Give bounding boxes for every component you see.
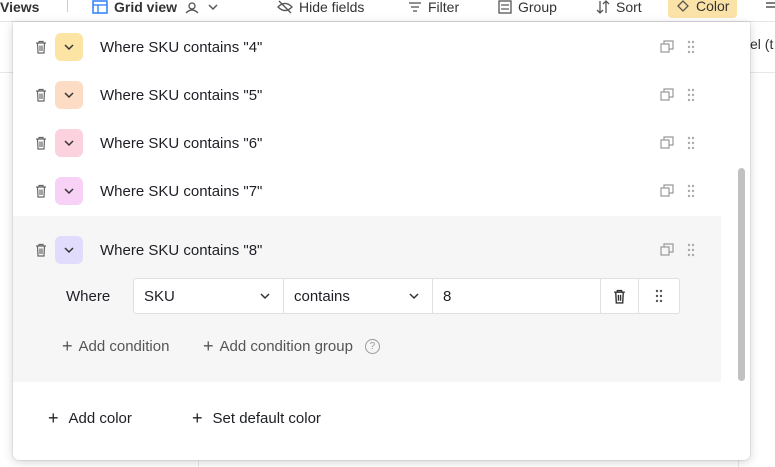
add-condition-group-label: Add condition group: [219, 338, 353, 355]
color-swatch[interactable]: [55, 81, 83, 109]
help-icon[interactable]: ?: [364, 339, 380, 354]
add-condition-label: Add condition: [78, 338, 170, 355]
sort-label: Sort: [616, 0, 642, 15]
color-label: Color: [696, 0, 730, 14]
paint-bucket-icon: [677, 0, 689, 12]
drag-handle-icon[interactable]: [686, 184, 696, 198]
add-color-button[interactable]: + Add color: [48, 408, 132, 428]
filter-button[interactable]: Filter: [408, 0, 459, 20]
chevron-down-icon: [64, 247, 74, 254]
color-swatch[interactable]: [55, 33, 83, 61]
rule-label[interactable]: Where SKU contains "5": [100, 87, 262, 104]
delete-condition-button[interactable]: [601, 279, 639, 313]
set-default-color-button[interactable]: + Set default color: [192, 408, 321, 428]
chevron-down-icon: [64, 188, 74, 195]
trash-icon[interactable]: [34, 184, 48, 198]
color-rule: Where SKU contains "7": [13, 167, 721, 215]
add-condition-row: + Add condition + Add condition group ?: [13, 336, 721, 360]
field-value: SKU: [144, 287, 175, 305]
drag-handle-icon[interactable]: [686, 88, 696, 102]
trash-icon[interactable]: [34, 88, 48, 102]
color-button[interactable]: Color: [668, 0, 738, 18]
hide-fields-button[interactable]: Hide fields: [277, 0, 364, 20]
value-text: 8: [443, 287, 452, 305]
add-condition-group-button[interactable]: + Add condition group ?: [203, 336, 380, 356]
chevron-down-icon: [409, 293, 419, 300]
set-default-color-label: Set default color: [212, 410, 321, 427]
field-select[interactable]: SKU: [134, 279, 284, 313]
chevron-down-icon: [64, 140, 74, 147]
rule-label[interactable]: Where SKU contains "8": [100, 242, 262, 259]
views-label: Views: [0, 0, 40, 15]
drag-handle-icon[interactable]: [686, 40, 696, 54]
chevron-down-icon: [64, 44, 74, 51]
scrollbar-thumb[interactable]: [738, 168, 745, 381]
duplicate-icon[interactable]: [660, 184, 674, 198]
rule-label[interactable]: Where SKU contains "6": [100, 135, 262, 152]
sort-button[interactable]: Sort: [596, 0, 642, 20]
rule-label[interactable]: Where SKU contains "7": [100, 183, 262, 200]
color-swatch[interactable]: [55, 236, 83, 264]
group-icon: [498, 0, 512, 14]
filter-label: Filter: [428, 0, 460, 15]
toolbar-divider: [67, 0, 68, 12]
operator-select[interactable]: contains: [284, 279, 433, 313]
color-rule-expanded: Where SKU contains "8" Where SKU contain…: [13, 216, 721, 382]
hide-fields-label: Hide fields: [299, 0, 365, 15]
value-input[interactable]: 8: [433, 279, 601, 313]
chevron-down-icon: [64, 92, 74, 99]
add-color-label: Add color: [68, 410, 132, 427]
condition-row: Where SKU contains 8: [13, 278, 721, 316]
popover-footer: + Add color + Set default color: [13, 405, 750, 435]
color-swatch[interactable]: [55, 177, 83, 205]
where-label: Where: [66, 288, 111, 305]
plus-icon: +: [192, 408, 203, 428]
collaborators-icon: [185, 2, 199, 14]
duplicate-icon[interactable]: [660, 136, 674, 150]
group-label: Group: [518, 0, 557, 15]
color-rule: Where SKU contains "6": [13, 119, 721, 167]
color-rule: Where SKU contains "5": [13, 71, 721, 119]
group-button[interactable]: Group: [498, 0, 557, 20]
column-header[interactable]: el (t: [750, 36, 773, 52]
add-condition-button[interactable]: + Add condition: [62, 336, 170, 356]
plus-icon: +: [62, 336, 73, 356]
condition-editor: SKU contains 8: [133, 278, 680, 314]
sort-icon: [596, 0, 610, 14]
eye-off-icon: [277, 0, 293, 14]
more-menu-icon[interactable]: [766, 0, 775, 20]
operator-value: contains: [294, 287, 350, 305]
filter-icon: [409, 2, 421, 12]
views-button[interactable]: Views: [0, 0, 39, 20]
drag-handle-icon: [655, 289, 663, 303]
drag-handle-icon[interactable]: [686, 243, 696, 257]
color-swatch[interactable]: [55, 129, 83, 157]
chevron-down-icon: [260, 293, 270, 300]
plus-icon: +: [203, 336, 214, 356]
view-toolbar: Views Grid view Hide fields Filter Group…: [0, 0, 775, 22]
duplicate-icon[interactable]: [660, 88, 674, 102]
grid-icon: [92, 0, 108, 14]
color-rule: Where SKU contains "4": [13, 23, 721, 71]
trash-icon: [614, 289, 625, 304]
plus-icon: +: [48, 408, 59, 428]
rule-label[interactable]: Where SKU contains "4": [100, 39, 262, 56]
grid-view-button[interactable]: Grid view: [92, 0, 219, 20]
duplicate-icon[interactable]: [660, 40, 674, 54]
duplicate-icon[interactable]: [660, 243, 674, 257]
grid-view-label: Grid view: [114, 0, 178, 15]
trash-icon[interactable]: [34, 243, 48, 257]
color-rules-popover: Where SKU contains "4" Where SKU contain…: [13, 22, 750, 460]
drag-handle-icon[interactable]: [686, 136, 696, 150]
trash-icon[interactable]: [34, 40, 48, 54]
condition-drag-handle[interactable]: [639, 279, 679, 313]
chevron-down-icon: [208, 4, 218, 11]
trash-icon[interactable]: [34, 136, 48, 150]
